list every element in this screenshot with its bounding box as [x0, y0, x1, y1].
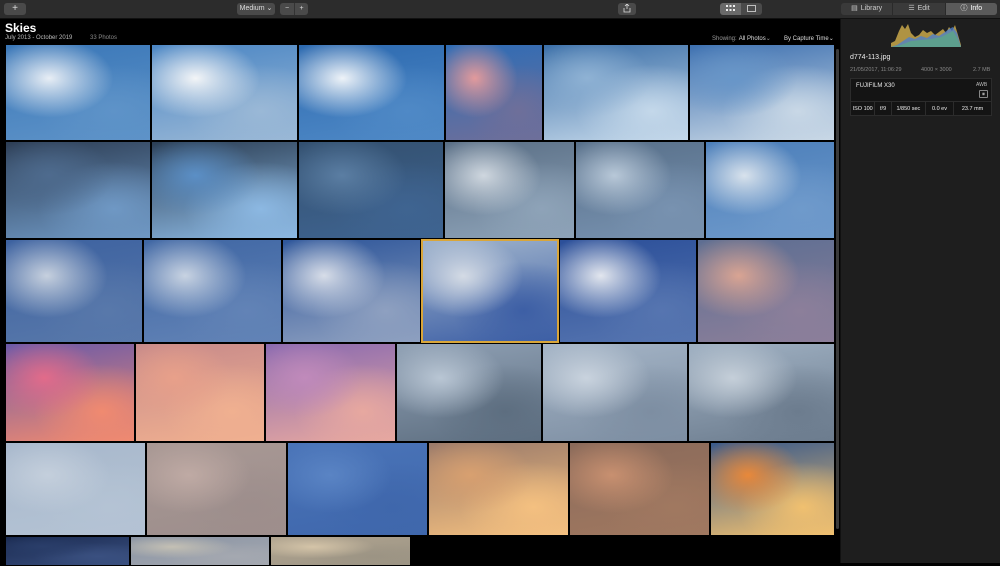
- exif-shutter: 1/850 sec: [892, 102, 926, 116]
- sort-select[interactable]: By Capture Time⌄: [784, 35, 834, 42]
- thumbnail-size-select[interactable]: Medium ⌄: [237, 3, 275, 15]
- single-view-button[interactable]: [741, 3, 762, 15]
- photo-thumbnail[interactable]: [287, 442, 428, 536]
- photo-thumbnail[interactable]: [428, 442, 569, 536]
- panel-tabs: ▤ Library ☰ Edit ⓘ Info: [841, 3, 997, 15]
- filter-label: Showing:: [712, 36, 737, 42]
- chevron-down-icon: ⌄: [828, 36, 834, 42]
- photo-thumbnail[interactable]: [270, 536, 411, 566]
- single-image-icon: [747, 5, 756, 12]
- tab-edit-label: Edit: [917, 5, 930, 12]
- photo-thumbnail[interactable]: [5, 141, 151, 239]
- file-size: 2.7 MB: [973, 67, 991, 73]
- photo-thumbnail[interactable]: [5, 239, 143, 343]
- thumbnail-size-label: Medium: [239, 5, 265, 12]
- library-icon: ▤: [851, 5, 858, 12]
- photo-thumbnail[interactable]: [542, 343, 688, 442]
- camera-model: FUJIFILM X30: [856, 83, 895, 89]
- camera-info: FUJIFILM X30 AWB ◉ ISO 100 f/9 1/850 sec 0.…: [850, 78, 992, 116]
- album-title: Skies: [5, 21, 37, 35]
- photo-thumbnail[interactable]: [421, 239, 559, 343]
- filter-value: All Photos: [738, 36, 766, 42]
- photo-thumbnail[interactable]: [143, 239, 282, 343]
- chevron-down-icon: ⌄: [765, 36, 771, 42]
- info-panel: d774-113.jpg 21/05/2017, 11:06:29 4000 ×…: [840, 19, 1000, 563]
- toolbar: + Medium ⌄ − + ▤ Library ☰ Edit ⓘ Info: [0, 0, 1000, 19]
- photo-thumbnail[interactable]: [298, 44, 445, 141]
- grid-icon: [726, 5, 735, 11]
- photo-thumbnail[interactable]: [5, 343, 135, 442]
- photo-thumbnail[interactable]: [569, 442, 710, 536]
- photo-thumbnail[interactable]: [130, 536, 270, 566]
- info-icon: ⓘ: [960, 5, 968, 12]
- scrollbar[interactable]: [836, 49, 839, 529]
- photo-thumbnail[interactable]: [444, 141, 575, 239]
- tab-info-label: Info: [970, 5, 983, 12]
- photo-thumbnail[interactable]: [705, 141, 835, 239]
- exif-exposure: 0.0 ev: [926, 102, 955, 116]
- edit-icon: ☰: [908, 5, 915, 12]
- histogram: [891, 24, 961, 47]
- exif-focal-length: 23.7 mm: [961, 106, 984, 112]
- share-button[interactable]: [618, 3, 636, 15]
- exif-row: ISO 100 f/9 1/850 sec 0.0 ev 23.7 mm: [851, 101, 991, 116]
- tab-library-label: Library: [860, 5, 883, 12]
- photo-thumbnail[interactable]: [265, 343, 396, 442]
- photo-thumbnail[interactable]: [445, 44, 543, 141]
- photo-thumbnail[interactable]: [298, 141, 444, 239]
- chevron-down-icon: ⌄: [266, 5, 273, 12]
- grid-view-button[interactable]: [720, 3, 741, 15]
- share-icon: [623, 3, 631, 13]
- album-date-range: July 2013 - October 2019: [5, 35, 73, 41]
- capture-date: 21/05/2017, 11:06:29: [850, 67, 902, 73]
- exif-iso: ISO 100: [851, 102, 876, 116]
- photo-thumbnail[interactable]: [146, 442, 287, 536]
- photo-thumbnail[interactable]: [710, 442, 835, 536]
- photo-thumbnail[interactable]: [396, 343, 542, 442]
- tab-info[interactable]: ⓘ Info: [945, 3, 997, 15]
- filter-select[interactable]: Showing: All Photos⌄: [712, 35, 771, 42]
- photo-thumbnail[interactable]: [689, 44, 835, 141]
- photo-thumbnail[interactable]: [559, 239, 697, 343]
- add-button[interactable]: +: [4, 3, 26, 15]
- photo-browser: Skies July 2013 - October 2019 33 Photos…: [0, 19, 840, 566]
- photo-thumbnail[interactable]: [688, 343, 835, 442]
- photo-thumbnail[interactable]: [5, 536, 130, 566]
- zoom-in-button[interactable]: +: [294, 3, 308, 15]
- photo-thumbnail[interactable]: [151, 44, 298, 141]
- white-balance: AWB: [976, 82, 988, 88]
- image-dimensions: 4000 × 3000: [921, 67, 952, 73]
- zoom-out-button[interactable]: −: [280, 3, 294, 15]
- file-name: d774-113.jpg: [850, 54, 891, 61]
- tab-edit[interactable]: ☰ Edit: [893, 3, 946, 15]
- photo-thumbnail[interactable]: [543, 44, 689, 141]
- photo-thumbnail[interactable]: [697, 239, 835, 343]
- photo-thumbnail[interactable]: [575, 141, 705, 239]
- photo-thumbnail[interactable]: [282, 239, 421, 343]
- photo-thumbnail[interactable]: [135, 343, 265, 442]
- tab-library[interactable]: ▤ Library: [841, 3, 894, 15]
- photo-thumbnail[interactable]: [151, 141, 298, 239]
- lens-icon: ◉: [979, 90, 988, 98]
- photo-thumbnail[interactable]: [5, 442, 146, 536]
- exif-aperture: f/9: [875, 102, 892, 116]
- photo-count: 33 Photos: [90, 35, 118, 41]
- sort-value: By Capture Time: [784, 36, 829, 42]
- photo-thumbnail[interactable]: [5, 44, 151, 141]
